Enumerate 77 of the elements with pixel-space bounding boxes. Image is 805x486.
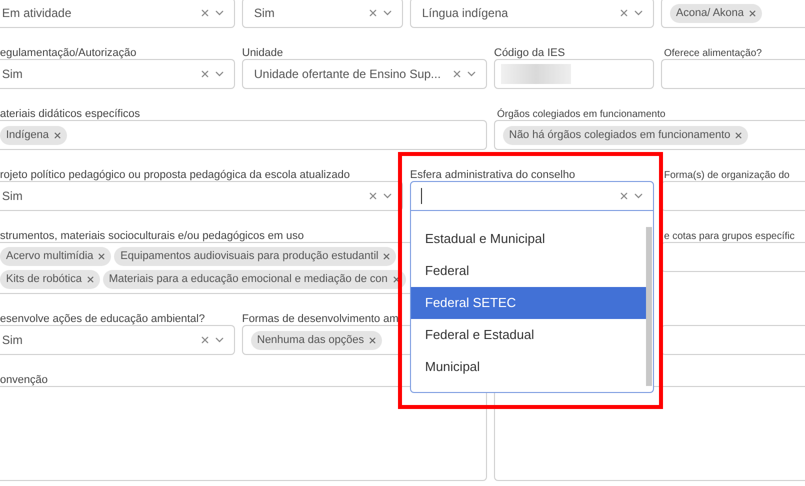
select-field[interactable]: Língua indígena xyxy=(410,0,654,28)
dropdown-option[interactable]: Federal SETEC xyxy=(411,287,646,319)
select-value: Língua indígena xyxy=(422,5,508,22)
remove-icon[interactable] xyxy=(392,276,400,283)
text-cursor xyxy=(421,188,422,204)
multi-select-field[interactable]: Acona/ Akona xyxy=(661,0,805,28)
select-field[interactable]: Sim xyxy=(242,0,403,28)
clear-icon[interactable] xyxy=(201,9,209,17)
field-label: Código da IES xyxy=(494,46,565,60)
remove-icon[interactable] xyxy=(98,253,106,260)
text-field[interactable] xyxy=(661,325,805,355)
clear-icon[interactable] xyxy=(201,336,209,344)
tag-chip: Equipamentos audiovisuais para produção estudantil xyxy=(114,247,396,266)
chevron-down-icon[interactable] xyxy=(215,71,224,77)
text-field[interactable] xyxy=(661,242,805,272)
text-field[interactable] xyxy=(661,59,805,89)
redacted-block xyxy=(501,64,571,84)
field-label: esenvolve ações de educação ambiental? xyxy=(0,312,205,326)
clear-icon[interactable] xyxy=(620,9,628,17)
text-area[interactable] xyxy=(494,386,805,481)
remove-icon[interactable] xyxy=(748,10,756,16)
select-value: Sim xyxy=(2,332,23,349)
select-field[interactable]: Em atividade xyxy=(0,0,235,28)
select-value: Sim xyxy=(2,188,23,205)
field-label: Órgãos colegiados em funcionamento xyxy=(497,108,666,122)
field-label: ateriais didáticos específicos xyxy=(0,107,140,121)
tag-chip: Kits de robótica xyxy=(0,270,100,289)
tag-chip: Materiais para a educação emocional e mediação de con xyxy=(102,270,406,289)
field-label: Unidade xyxy=(242,46,283,60)
select-value: Sim xyxy=(2,66,23,83)
select-field[interactable] xyxy=(410,181,654,211)
chevron-down-icon[interactable] xyxy=(383,10,392,16)
select-field[interactable]: Sim xyxy=(0,325,235,355)
chevron-down-icon[interactable] xyxy=(467,71,476,77)
field-label: egulamentação/Autorização xyxy=(0,46,136,60)
clear-icon[interactable] xyxy=(201,70,209,78)
field-label: Esfera administrativa do conselho xyxy=(410,168,576,182)
clear-icon[interactable] xyxy=(620,192,628,200)
field-label: e cotas para grupos específic xyxy=(664,230,795,244)
chevron-down-icon[interactable] xyxy=(634,193,643,199)
chevron-down-icon[interactable] xyxy=(634,10,643,16)
field-label: strumentos, materiais socioculturais e/ou pedagógicos em uso xyxy=(0,229,304,243)
field-label: Oferece alimentação? xyxy=(664,47,762,61)
field-label: Forma(s) de organização do xyxy=(664,169,790,183)
select-value: Em atividade xyxy=(2,5,72,22)
clear-icon[interactable] xyxy=(453,70,461,78)
remove-icon[interactable] xyxy=(86,276,94,283)
dropdown-option[interactable]: Federal e Estadual xyxy=(411,319,646,351)
multi-select-field[interactable]: Não há órgãos colegiados em funcionamento xyxy=(494,120,805,150)
clear-icon[interactable] xyxy=(369,192,377,200)
clear-icon[interactable] xyxy=(369,9,377,17)
text-field[interactable] xyxy=(494,59,654,89)
tag-chip: Indígena xyxy=(0,126,67,144)
remove-icon[interactable] xyxy=(735,132,742,138)
tag-chip: Acervo multimídia xyxy=(0,247,112,266)
select-field[interactable]: Unidade ofertante de Ensino Sup... xyxy=(242,59,487,89)
chevron-down-icon[interactable] xyxy=(215,10,224,16)
select-field[interactable]: Sim xyxy=(0,181,403,211)
field-label: onvenção xyxy=(0,373,48,387)
scrollbar-thumb[interactable] xyxy=(646,227,652,386)
chevron-down-icon[interactable] xyxy=(383,193,392,199)
remove-icon[interactable] xyxy=(54,132,61,138)
text-field[interactable] xyxy=(661,181,805,211)
select-value: Unidade ofertante de Ensino Sup... xyxy=(254,66,441,83)
tag-chip: Nenhuma das opções xyxy=(251,330,382,350)
remove-icon[interactable] xyxy=(369,336,376,344)
field-label: rojeto político pedagógico ou proposta pedagógica da escola atualizado xyxy=(0,168,350,182)
select-field[interactable]: Sim xyxy=(0,59,235,89)
tag-chip: Acona/ Akona xyxy=(670,4,762,22)
chevron-down-icon[interactable] xyxy=(215,337,224,343)
tag-chip: Não há órgãos colegiados em funcionamento xyxy=(503,126,748,144)
dropdown-option[interactable]: Federal xyxy=(411,255,646,287)
multi-select-field[interactable]: Indígena xyxy=(0,120,487,150)
remove-icon[interactable] xyxy=(383,253,390,260)
select-value: Sim xyxy=(254,5,275,22)
dropdown-option[interactable]: Municipal xyxy=(411,351,646,383)
field-label: Formas de desenvolvimento am xyxy=(242,312,399,326)
